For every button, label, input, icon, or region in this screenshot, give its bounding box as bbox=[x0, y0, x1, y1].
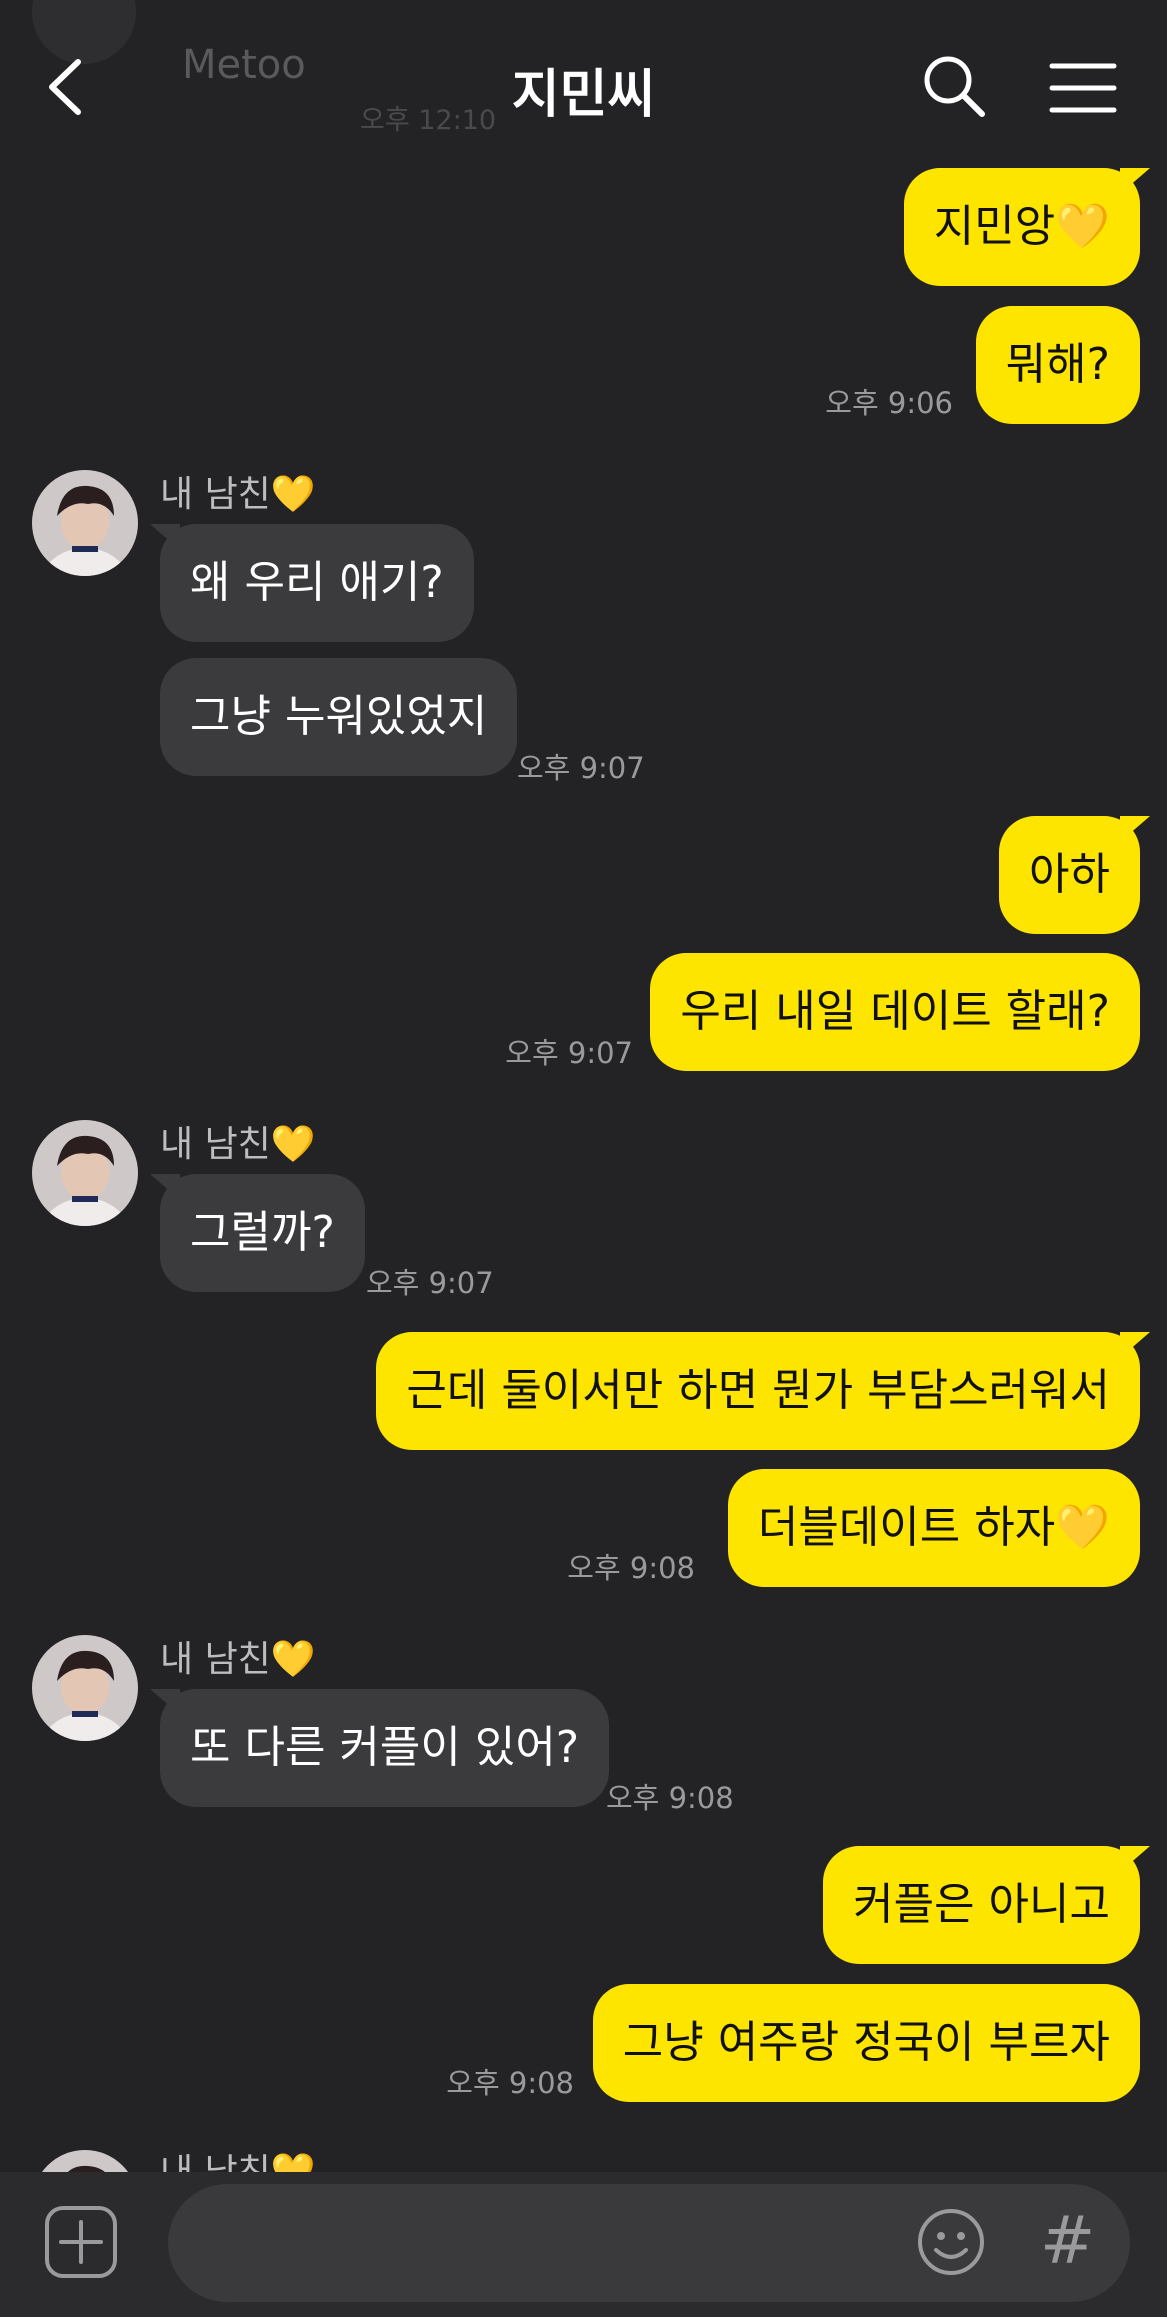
hashtag-search-icon[interactable]: # bbox=[1040, 2202, 1095, 2279]
bubble-tail bbox=[150, 1689, 180, 1715]
their-message-bubble[interactable]: 그럴까? bbox=[150, 1174, 365, 1292]
smiley-icon[interactable] bbox=[915, 2206, 987, 2278]
my-message-bubble[interactable]: 뭐해? bbox=[975, 306, 1140, 424]
chat-title: 지민씨 bbox=[511, 65, 656, 125]
my-message-bubble[interactable]: 커플은 아니고 bbox=[823, 1846, 1150, 1964]
my-message-bubble[interactable]: 지민앙💛 bbox=[903, 168, 1150, 286]
timestamp: 오후 9:06 bbox=[825, 386, 953, 420]
bubble-tail bbox=[150, 524, 180, 550]
bubble-tail bbox=[1120, 168, 1150, 194]
timestamp: 오후 9:07 bbox=[505, 1036, 633, 1070]
my-message-bubble[interactable]: 더블데이트 하자💛 bbox=[727, 1469, 1140, 1587]
their-message-bubble[interactable]: 그냥 누워있었지 bbox=[160, 658, 518, 776]
profile-photo bbox=[32, 1120, 138, 1226]
bubble-tail bbox=[150, 1174, 180, 1200]
chat-header: 지민씨 bbox=[0, 0, 1167, 165]
timestamp: 오후 9:07 bbox=[366, 1266, 494, 1300]
my-message-bubble[interactable]: 근데 둘이서만 하면 뭔가 부담스러워서 bbox=[376, 1332, 1150, 1450]
avatar[interactable] bbox=[32, 470, 138, 576]
bubble-tail bbox=[1120, 1332, 1150, 1358]
search-icon[interactable] bbox=[920, 52, 990, 122]
timestamp: 오후 9:08 bbox=[446, 2066, 574, 2100]
timestamp: 오후 9:07 bbox=[517, 751, 645, 785]
sender-name: 내 남친💛 bbox=[160, 1124, 316, 1165]
my-message-bubble[interactable]: 우리 내일 데이트 할래? bbox=[650, 953, 1140, 1071]
bubble-tail bbox=[1120, 1846, 1150, 1872]
hamburger-menu-icon[interactable] bbox=[1048, 58, 1118, 118]
avatar[interactable] bbox=[32, 1120, 138, 1226]
plus-square-icon[interactable] bbox=[44, 2205, 118, 2279]
avatar[interactable] bbox=[32, 1635, 138, 1741]
sender-name: 내 남친💛 bbox=[160, 474, 316, 515]
their-message-bubble[interactable]: 왜 우리 애기? bbox=[150, 524, 474, 642]
message-composer: # bbox=[0, 2172, 1167, 2317]
profile-photo bbox=[32, 1635, 138, 1741]
their-message-bubble[interactable]: 또 다른 커플이 있어? bbox=[150, 1689, 610, 1807]
my-message-bubble[interactable]: 그냥 여주랑 정국이 부르자 bbox=[592, 1984, 1140, 2102]
sender-name: 내 남친💛 bbox=[160, 1639, 316, 1680]
my-message-bubble[interactable]: 아하 bbox=[999, 816, 1150, 934]
bubble-tail bbox=[1120, 816, 1150, 842]
profile-photo bbox=[32, 470, 138, 576]
timestamp: 오후 9:08 bbox=[606, 1781, 734, 1815]
timestamp: 오후 9:08 bbox=[567, 1551, 695, 1585]
